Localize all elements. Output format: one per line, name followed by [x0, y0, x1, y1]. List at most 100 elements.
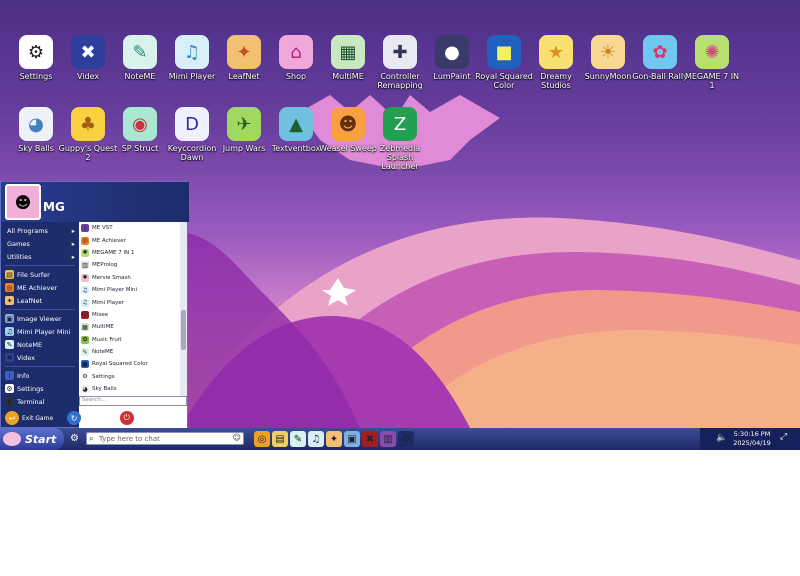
desktop-icon-textventbox[interactable]: ▲ Textventbox — [266, 107, 326, 153]
program-mimi-player[interactable]: ♫ Mimi Player — [79, 296, 180, 308]
desktop-icon-label: Mimi Player — [168, 72, 216, 81]
desktop-icon-videx[interactable]: ✖ Videx — [58, 35, 118, 81]
desktop-icon-noteme[interactable]: ✎ NoteME — [110, 35, 170, 81]
pinned-terminal[interactable]: ▮ Terminal — [1, 395, 79, 408]
chevron-right-icon: ▸ — [71, 252, 75, 261]
category-utilities[interactable]: Utilities ▸ — [1, 250, 79, 263]
desktop-icon-settings[interactable]: ⚙ Settings — [6, 35, 66, 81]
program-me-vst[interactable]: ♪ ME VST — [79, 222, 180, 234]
start-button[interactable]: Start — [0, 428, 64, 450]
program-sky-balls[interactable]: ◕ Sky Balls — [79, 383, 180, 395]
program-me-achiever[interactable]: ◎ ME Achiever — [79, 234, 180, 246]
gon-ball-rally-icon: ✿ — [643, 35, 677, 69]
program-megame-7-in-1[interactable]: ✺ MEGAME 7 IN 1 — [79, 247, 180, 259]
program-meprolog[interactable]: ▥ MEProlog — [79, 259, 180, 271]
pinned-me-achiever[interactable]: ◎ ME Achiever — [1, 281, 79, 294]
scrollbar-thumb[interactable] — [181, 310, 186, 350]
program-icon: ✎ — [81, 348, 89, 357]
program-mixee[interactable]: ☺ Mixee — [79, 309, 180, 321]
program-icon: ✹ — [81, 273, 89, 282]
desktop-icon-controller-remapping[interactable]: ✚ Controller Remapping — [370, 35, 430, 90]
program-music-fruit[interactable]: ✿ Music Fruit — [79, 334, 180, 346]
program-icon: ☺ — [81, 310, 89, 319]
desktop-icon-sunnymoon[interactable]: ☀ SunnyMoon — [578, 35, 638, 81]
program-multime[interactable]: ▦ MultiME — [79, 321, 180, 333]
avatar[interactable]: ☻ — [5, 184, 41, 220]
category-all-programs[interactable]: All Programs ▸ — [1, 224, 79, 237]
taskbar-app-me-achiever[interactable]: ◎ — [254, 431, 270, 447]
desktop-icon-zebmedia-splash-launcher[interactable]: Z Zebmedia Splash Launcher — [370, 107, 430, 171]
volume-icon[interactable]: 🔈 — [716, 433, 727, 443]
pinned-mimi-player-mini[interactable]: ♫ Mimi Player Mini — [1, 325, 79, 338]
desktop-icon-guppys-quest-2[interactable]: ♣ Guppy's Quest 2 — [58, 107, 118, 162]
program-icon: ♪ — [81, 224, 89, 233]
shop-icon: ⌂ — [279, 35, 313, 69]
chat-input[interactable]: ⌕ Type here to chat ☺ — [86, 432, 244, 445]
expand-icon[interactable]: ⤢ — [780, 432, 787, 442]
file-surfer-icon: ▤ — [5, 270, 14, 279]
restart-button[interactable]: ↻ Restart — [67, 411, 106, 425]
taskbar-app-noteme[interactable]: ✎ — [290, 431, 306, 447]
pinned-image-viewer[interactable]: ▣ Image Viewer — [1, 312, 79, 325]
textventbox-icon: ▲ — [279, 107, 313, 141]
taskbar-app-file-surfer[interactable]: ▤ — [272, 431, 288, 447]
desktop-icon-sp-struct[interactable]: ◉ SP Struct — [110, 107, 170, 153]
program-icon: ▦ — [81, 323, 89, 332]
taskbar-app-mixee[interactable]: ✖ — [362, 431, 378, 447]
start-menu-footer: ↩ Exit Game ↻ Restart ⏻ Shut Down — [1, 408, 187, 428]
program-mervie-smash[interactable]: ✹ Mervie Smash — [79, 272, 180, 284]
program-list-scrollbar[interactable] — [180, 222, 187, 398]
emoji-icon[interactable]: ☺ — [233, 433, 241, 442]
start-menu-left-pane: All Programs ▸ Games ▸ Utilities ▸ ▤ File Surfe… — [1, 224, 79, 406]
gear-icon[interactable]: ⚙ — [70, 433, 82, 445]
user-name: MG — [43, 200, 65, 214]
taskbar-app-settings[interactable]: ⚙ — [398, 431, 414, 447]
leafnet-icon: ✦ — [5, 296, 14, 305]
program-royal-squared-color[interactable]: ■ Royal Squared Color — [79, 358, 180, 370]
desktop-icon-label: Guppy's Quest 2 — [58, 144, 118, 162]
guppys-quest-2-icon: ♣ — [71, 107, 105, 141]
desktop-icon-lumpaint[interactable]: ● LumPaint — [422, 35, 482, 81]
pinned-info[interactable]: i Info — [1, 369, 79, 382]
desktop-icon-jump-wars[interactable]: ✈ Jump Wars — [214, 107, 274, 153]
clock[interactable]: 5:30:16 PM 2025/04/19 — [728, 430, 776, 448]
desktop-icon-multime[interactable]: ▦ MultiME — [318, 35, 378, 81]
taskbar-app-image-viewer[interactable]: ▣ — [344, 431, 360, 447]
desktop-icon-keyccordion-dawn[interactable]: D Keyccordion Dawn — [162, 107, 222, 162]
program-mimi-player-mini[interactable]: ♫ Mimi Player Mini — [79, 284, 180, 296]
program-settings[interactable]: ⚙ Settings — [79, 371, 180, 383]
desktop-icon-shop[interactable]: ⌂ Shop — [266, 35, 326, 81]
pinned-leafnet[interactable]: ✦ LeafNet — [1, 294, 79, 307]
program-noteme[interactable]: ✎ NoteME — [79, 346, 180, 358]
desktop-icon-sky-balls[interactable]: ◕ Sky Balls — [6, 107, 66, 153]
taskbar-apps: ◎ ▤ ✎ ♫ ✦ ▣ ✖ ▥ ⚙ — [254, 431, 414, 447]
taskbar-app-mimi-player[interactable]: ♫ — [308, 431, 324, 447]
royal-squared-color-icon: ■ — [487, 35, 521, 69]
taskbar-app-leafnet[interactable]: ✦ — [326, 431, 342, 447]
desktop-icon-gon-ball-rally[interactable]: ✿ Gon-Ball Rally — [630, 35, 690, 81]
desktop-icon-leafnet[interactable]: ✦ LeafNet — [214, 35, 274, 81]
desktop-icon-mimi-player[interactable]: ♫ Mimi Player — [162, 35, 222, 81]
keyccordion-dawn-icon: D — [175, 107, 209, 141]
desktop-icon-royal-squared-color[interactable]: ■ Royal Squared Color — [474, 35, 534, 90]
shutdown-button[interactable]: ⏻ Shut Down — [119, 411, 169, 425]
start-search-input[interactable]: Search... — [79, 396, 187, 406]
program-icon: ⚙ — [81, 372, 89, 381]
leafnet-icon: ✦ — [227, 35, 261, 69]
pinned-noteme[interactable]: ✎ NoteME — [1, 338, 79, 351]
pinned-file-surfer[interactable]: ▤ File Surfer — [1, 268, 79, 281]
desktop-icon-weasel-sweep[interactable]: ☻ Weasel Sweep — [318, 107, 378, 153]
pinned-settings[interactable]: ⚙ Settings — [1, 382, 79, 395]
videx-icon: ✖ — [5, 353, 14, 362]
program-icon: ♫ — [81, 286, 89, 295]
pinned-videx[interactable]: ✖ Videx — [1, 351, 79, 364]
desktop-icon-label: MEGAME 7 IN 1 — [684, 72, 740, 90]
category-games[interactable]: Games ▸ — [1, 237, 79, 250]
desktop-icon-label: Settings — [19, 72, 53, 81]
settings-icon: ⚙ — [5, 384, 14, 393]
taskbar-app-wallpaper[interactable]: ▥ — [380, 431, 396, 447]
divider — [5, 265, 75, 266]
desktop-icon-megame-7-in-1[interactable]: ✺ MEGAME 7 IN 1 — [682, 35, 742, 90]
desktop-icon-dreamy-studios[interactable]: ★ Dreamy Studios — [526, 35, 586, 90]
exit-game-button[interactable]: ↩ Exit Game — [5, 411, 53, 425]
